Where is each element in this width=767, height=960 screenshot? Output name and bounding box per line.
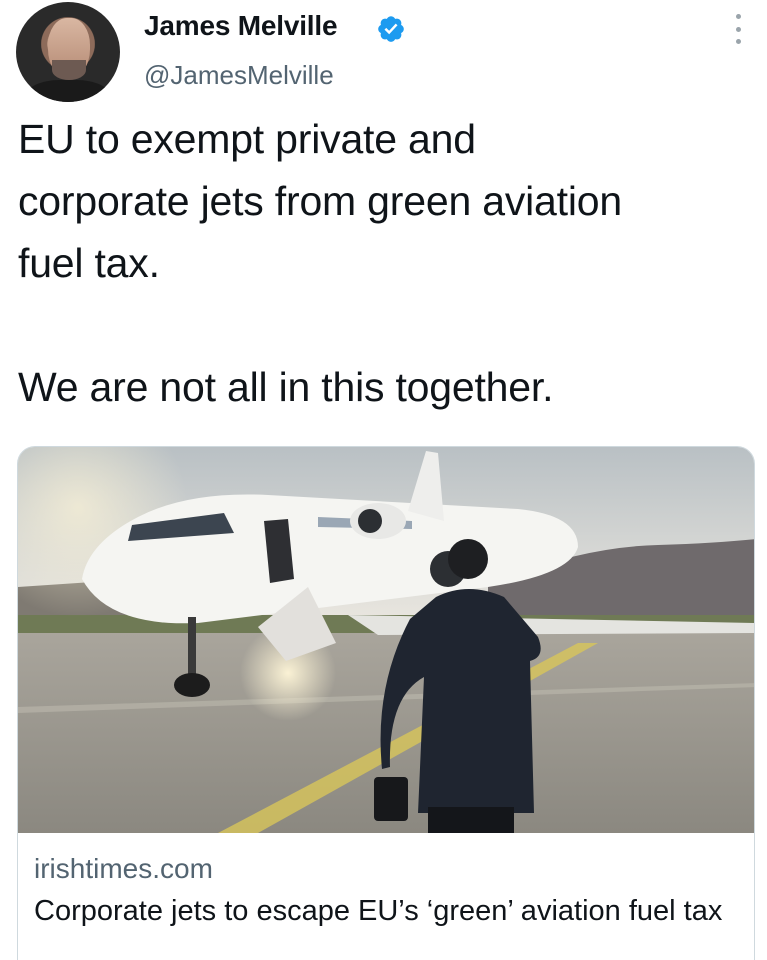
more-options-icon[interactable]: [728, 14, 748, 44]
author-handle[interactable]: @JamesMelville: [144, 60, 334, 91]
link-card-title: Corporate jets to escape EU’s ‘green’ av…: [34, 895, 723, 927]
link-card-image: [18, 447, 754, 833]
more-dot: [735, 14, 741, 19]
tweet: James Melville @JamesMelville EU to exem…: [0, 0, 767, 960]
more-dot: [735, 26, 741, 32]
author-avatar[interactable]: [16, 2, 120, 102]
link-card[interactable]: irishtimes.com Corporate jets to escape …: [17, 446, 755, 960]
link-card-domain: irishtimes.com: [34, 853, 213, 884]
tweet-text: EU to exempt private and corporate jets …: [18, 116, 622, 410]
more-dot: [735, 39, 741, 44]
avatar-beard: [52, 60, 86, 80]
private-jet-photo: [18, 447, 754, 833]
verified-badge-icon: [378, 16, 404, 42]
author-name[interactable]: James Melville: [144, 10, 338, 42]
avatar-shirt: [26, 80, 110, 102]
